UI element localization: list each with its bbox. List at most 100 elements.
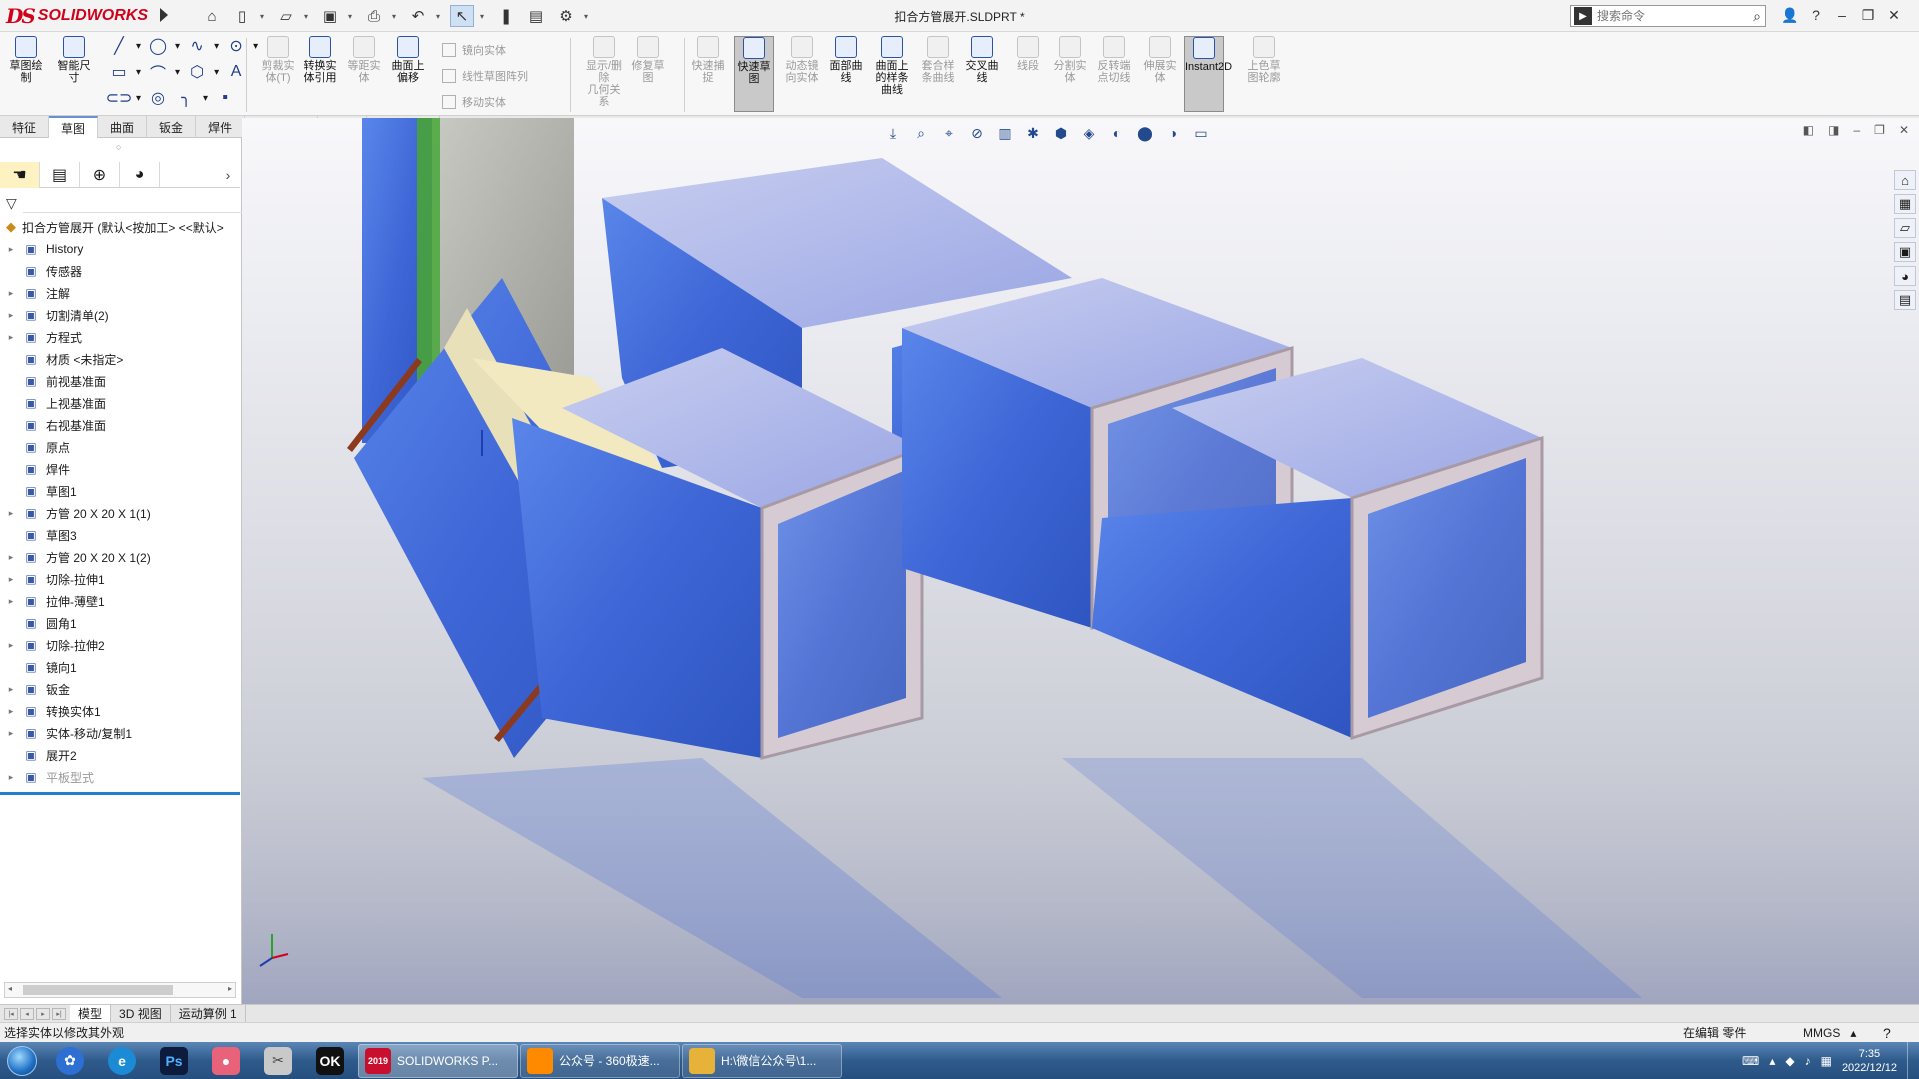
tree-item[interactable]: ▣ 上视基准面 [0, 392, 240, 414]
model-tab-1[interactable]: 3D 视图 [111, 1004, 171, 1023]
tree-item[interactable]: ▸ ▣ 切除-拉伸2 [0, 634, 240, 656]
spline-icon[interactable]: ∿ [186, 36, 208, 56]
select-caret-icon[interactable]: ▾ [480, 12, 488, 21]
taskbar-window-button[interactable]: 2019 SOLIDWORKS P... [358, 1043, 518, 1078]
design-library-icon[interactable]: ▦ [1894, 194, 1916, 214]
file-properties-icon[interactable]: ▤ [524, 5, 548, 27]
list-tool-pattern[interactable]: 线性草图阵列 [442, 68, 528, 84]
tool-segment[interactable]: 线段 [1008, 36, 1048, 72]
file-explorer-icon[interactable]: ▱ [1894, 218, 1916, 238]
property-manager-tab-icon[interactable]: ▤ [40, 162, 80, 188]
line-icon[interactable]: ╱ [108, 36, 130, 56]
taskbar-window-button[interactable]: H:\微信公众号\1... [682, 1043, 842, 1078]
graphics-area[interactable]: ⤓ ⌕ ⌖ ⊘ ▥ ✱ ⬢ ◈ ◐ ⬤ ◑ ▭ ◧ ◨ – ❐ ✕ ⌂ ▦ ▱ … [242, 118, 1919, 1004]
tree-item[interactable]: ▣ 展开2 [0, 744, 240, 766]
panel-more-icon[interactable]: › [216, 162, 240, 187]
print-caret-icon[interactable]: ▾ [392, 12, 400, 21]
menu-expand-arrow-icon[interactable] [160, 8, 168, 22]
pinned-app[interactable]: OK [304, 1044, 356, 1078]
dynamic-annotation-icon[interactable]: ▥ [994, 122, 1016, 144]
tool-rapid-sketch[interactable]: 快速草 图 [734, 36, 774, 112]
clock[interactable]: 7:35 2022/12/12 [1842, 1047, 1897, 1075]
tree-root-part[interactable]: ◆ 扣合方管展开 (默认<按加工> <<默认> [0, 216, 240, 238]
spline-caret-icon[interactable]: ▾ [214, 41, 219, 52]
expand-arrow-icon[interactable]: ▸ [0, 728, 22, 739]
tree-item[interactable]: ▣ 材质 <未指定> [0, 348, 240, 370]
pinned-app[interactable]: ● [200, 1044, 252, 1078]
expand-arrow-icon[interactable]: ▸ [0, 552, 22, 563]
options-gear-icon[interactable]: ⚙ [554, 5, 578, 27]
tool-spline-on-surface[interactable]: 曲面上 的样条 曲线 [872, 36, 912, 96]
tube-side-face[interactable] [1092, 498, 1352, 738]
save-icon[interactable]: ▣ [318, 5, 342, 27]
model-render[interactable] [242, 118, 1919, 1004]
search-scope-icon[interactable]: ▶ [1574, 7, 1592, 25]
expand-arrow-icon[interactable]: ▸ [0, 310, 22, 321]
units-caret-icon[interactable]: ▴ [1850, 1026, 1856, 1040]
scroll-left-icon[interactable]: ◂ [8, 984, 12, 993]
tool-offset-on-surface[interactable]: 曲面上 偏移 [388, 36, 428, 84]
scroll-thumb[interactable] [23, 985, 173, 995]
tree-item[interactable]: ▣ 右视基准面 [0, 414, 240, 436]
tool-smart-dimension[interactable]: 智能尺 寸 [54, 36, 94, 84]
circle-caret-icon[interactable]: ▾ [175, 41, 180, 52]
zoom-to-area-icon[interactable]: ⌕ [910, 122, 932, 144]
search-icon[interactable]: ⌕ [1753, 8, 1761, 25]
tool-stretch-entities[interactable]: 伸展实 体 [1140, 36, 1180, 84]
start-button[interactable] [0, 1042, 44, 1079]
status-help-icon[interactable]: ? [1883, 1025, 1919, 1041]
tree-item[interactable]: ▸ ▣ 转换实体1 [0, 700, 240, 722]
new-document-icon[interactable]: ▯ [230, 5, 254, 27]
expand-arrow-icon[interactable]: ▸ [0, 574, 22, 585]
tree-item[interactable]: ▣ 传感器 [0, 260, 240, 282]
keyboard-icon[interactable]: ⌨ [1742, 1054, 1759, 1068]
expand-arrow-icon[interactable]: ▸ [0, 772, 22, 783]
plane-sketch-icon[interactable]: ▪ [214, 88, 236, 108]
prev-tab-icon[interactable]: ◂ [20, 1007, 34, 1020]
viewport-minimize-icon[interactable]: – [1853, 123, 1860, 137]
tree-item[interactable]: ▸ ▣ 拉伸-薄壁1 [0, 590, 240, 612]
help-icon[interactable]: ? [1806, 5, 1826, 25]
last-tab-icon[interactable]: ▸| [52, 1007, 66, 1020]
point-icon[interactable]: ◎ [147, 88, 169, 108]
tree-item[interactable]: ▸ ▣ 平板型式 [0, 766, 240, 788]
tree-item[interactable]: ▣ 前视基准面 [0, 370, 240, 392]
rollback-bar[interactable] [0, 792, 240, 795]
tree-item[interactable]: ▣ 草图3 [0, 524, 240, 546]
rectangle-caret-icon[interactable]: ▾ [136, 67, 141, 78]
tree-item[interactable]: ▸ ▣ 实体-移动/复制1 [0, 722, 240, 744]
tree-item[interactable]: ▸ ▣ 切割清单(2) [0, 304, 240, 326]
user-icon[interactable]: 👤 [1780, 5, 1800, 25]
print-icon[interactable]: ⎙ [362, 5, 386, 27]
next-tab-icon[interactable]: ▸ [36, 1007, 50, 1020]
appearances-icon[interactable]: ◕ [1894, 266, 1916, 286]
expand-arrow-icon[interactable]: ▸ [0, 244, 22, 255]
expand-arrow-icon[interactable]: ▸ [0, 640, 22, 651]
scroll-right-icon[interactable]: ▸ [228, 984, 232, 993]
tree-item[interactable]: ▣ 圆角1 [0, 612, 240, 634]
expand-arrow-icon[interactable]: ▸ [0, 288, 22, 299]
rectangle-icon[interactable]: ▭ [108, 62, 130, 82]
tree-item[interactable]: ▣ 焊件 [0, 458, 240, 480]
panel-grip-icon[interactable]: ○ [116, 142, 121, 152]
viewport-close-icon[interactable]: ✕ [1899, 123, 1909, 137]
fillet-sketch-icon[interactable]: ╮ [175, 88, 197, 108]
list-tool-mirror[interactable]: 镜向实体 [442, 42, 506, 58]
hide-show-items-icon[interactable]: ◐ [1106, 122, 1128, 144]
feature-manager-tab-icon[interactable]: ☚ [0, 162, 40, 188]
tree-item[interactable]: ▣ 草图1 [0, 480, 240, 502]
traffic-light-icon[interactable]: ❚ [494, 5, 518, 27]
units-selector[interactable]: MMGS ▴ [1803, 1026, 1883, 1040]
tool-offset-entities[interactable]: 等距实 体 [344, 36, 384, 84]
filter-field[interactable] [22, 193, 242, 213]
expand-arrow-icon[interactable]: ▸ [0, 332, 22, 343]
expand-arrow-icon[interactable]: ▸ [0, 596, 22, 607]
viewport-tile-left-icon[interactable]: ◧ [1803, 123, 1814, 137]
tree-item[interactable]: ▸ ▣ History [0, 238, 240, 260]
circle-icon[interactable]: ◯ [147, 36, 169, 56]
slot-caret-icon[interactable]: ▾ [136, 93, 141, 104]
pinned-app[interactable]: ✂ [252, 1044, 304, 1078]
tree-item[interactable]: ▸ ▣ 钣金 [0, 678, 240, 700]
viewport-tile-right-icon[interactable]: ◨ [1828, 123, 1839, 137]
ellipse-icon[interactable]: ⊙ [225, 36, 247, 56]
